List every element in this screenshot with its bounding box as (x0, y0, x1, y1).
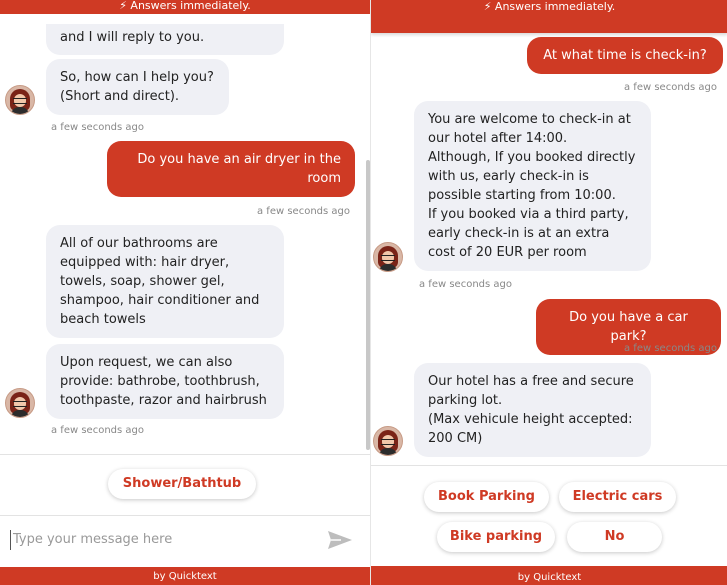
message-timestamp: a few seconds ago (51, 425, 144, 436)
quick-reply-no[interactable]: No (567, 522, 662, 552)
message-timestamp: a few seconds ago (624, 343, 717, 354)
bot-avatar (373, 426, 403, 456)
bot-avatar (373, 242, 403, 272)
message-timestamp: a few seconds ago (419, 279, 512, 290)
footer-branding: by Quicktext (0, 567, 370, 585)
bot-message-request: Upon request, we can also provide: bathr… (46, 344, 284, 419)
divider (371, 465, 727, 466)
divider (0, 515, 370, 516)
footer-branding: by Quicktext (371, 566, 727, 585)
bot-message-help: So, how can I help you? (Short and direc… (46, 59, 229, 115)
divider (0, 454, 370, 455)
bot-message-checkin: You are welcome to check-in at our hotel… (414, 101, 651, 271)
quick-reply-book-parking[interactable]: Book Parking (424, 482, 549, 512)
chat-panel-left: ⚡ Answers immediately. and I will reply … (0, 0, 370, 585)
chat-panel-right: ⚡ Answers immediately. At what time is c… (370, 0, 727, 585)
header-tagline: ⚡ Answers immediately. (119, 0, 251, 12)
header-tagline: ⚡ Answers immediately. (483, 0, 616, 13)
quick-reply-electric-cars[interactable]: Electric cars (559, 482, 676, 512)
user-message: Do you have an air dryer in the room (107, 141, 355, 197)
user-message: At what time is check-in? (527, 37, 723, 74)
message-timestamp: a few seconds ago (51, 122, 144, 133)
bot-message-bathroom: All of our bathrooms are equipped with: … (46, 225, 284, 338)
quick-reply-bike-parking[interactable]: Bike parking (437, 522, 555, 552)
bot-avatar (5, 85, 35, 115)
message-input[interactable]: Type your message here (10, 530, 313, 550)
bot-message-partial: and I will reply to you. (46, 24, 284, 55)
chat-header: ⚡ Answers immediately. (371, 0, 727, 33)
message-timestamp: a few seconds ago (257, 206, 350, 217)
quick-reply-button[interactable]: Shower/Bathtub (108, 469, 256, 499)
chat-header: ⚡ Answers immediately. (0, 0, 370, 14)
send-icon[interactable] (327, 530, 353, 550)
message-timestamp: a few seconds ago (624, 82, 717, 93)
bot-avatar (5, 388, 35, 418)
bot-message-parking: Our hotel has a free and secure parking … (414, 363, 651, 457)
